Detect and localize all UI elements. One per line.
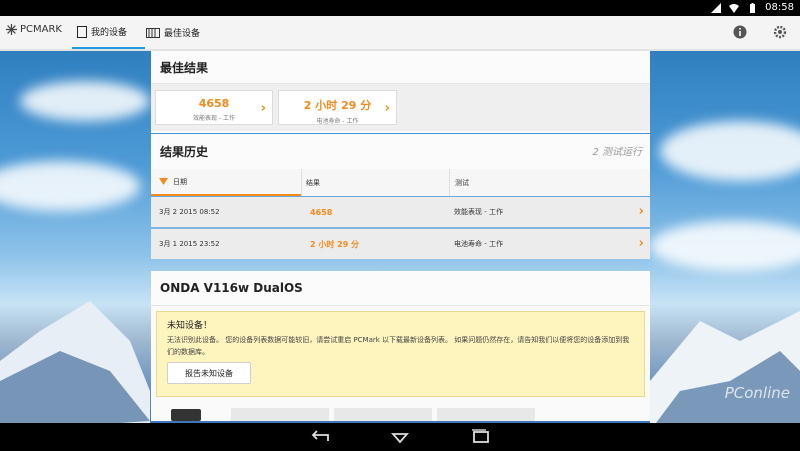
column-label: 结果	[306, 178, 320, 187]
chevron-right-icon: ›	[384, 101, 390, 116]
report-unknown-device-button[interactable]: 报告未知设备	[167, 362, 251, 384]
spec-card	[334, 408, 432, 421]
logo-text: PCMARK	[20, 24, 62, 35]
history-header: 结果历史 2 测试运行	[151, 134, 650, 170]
info-icon[interactable]	[733, 25, 747, 39]
snowflake-icon	[6, 24, 17, 35]
recents-icon[interactable]	[469, 429, 493, 445]
best-results-row: 4658 效能表现 - 工作 › 2 小时 29 分 电池寿命 - 工作 ›	[151, 84, 650, 131]
best-result-value: 4658	[198, 97, 230, 110]
tab-label: 我的设备	[91, 28, 128, 38]
warning-title: 未知设备！	[167, 321, 213, 331]
devices-icon	[146, 27, 160, 38]
app-bar: PCMARK 我的设备 最佳设备	[0, 16, 800, 51]
tablet-icon	[77, 25, 87, 38]
tab-best-devices[interactable]: 最佳设备	[146, 16, 216, 49]
row-result: 4658	[310, 207, 333, 217]
clock: 08:58	[765, 2, 794, 13]
row-date: 3月 1 2015 23:52	[159, 240, 220, 248]
column-label: 日期	[173, 177, 187, 186]
device-panel: ONDA V116w DualOS 未知设备！ 无法识别此设备。 您的设备列表数…	[151, 271, 650, 421]
navigation-bar	[0, 423, 800, 451]
best-result-value: 2 小时 29 分	[303, 99, 372, 112]
chevron-right-icon: ›	[260, 101, 266, 116]
best-result-label: 电池寿命 - 工作	[316, 118, 359, 125]
wifi-icon	[729, 3, 740, 13]
warning-text: 无法识别此设备。 您的设备列表数据可能较旧，请尝试重启 PCMark 以下载最新…	[167, 336, 630, 356]
best-result-label: 效能表现 - 工作	[193, 115, 235, 122]
status-bar: 08:58	[0, 0, 800, 16]
column-date[interactable]: 日期	[151, 169, 301, 196]
runs-count: 2 测试运行	[592, 147, 642, 158]
unknown-device-warning: 未知设备！ 无法识别此设备。 您的设备列表数据可能较旧，请尝试重启 PCMark…	[156, 311, 645, 397]
column-label: 测试	[455, 178, 469, 187]
best-results-title: 最佳结果	[151, 51, 650, 84]
row-result: 2 小时 29 分	[310, 239, 360, 249]
best-result-card[interactable]: 4658 效能表现 - 工作 ›	[155, 90, 273, 125]
best-result-card[interactable]: 2 小时 29 分 电池寿命 - 工作 ›	[278, 90, 397, 125]
chevron-right-icon: ›	[638, 204, 644, 219]
column-result[interactable]: 结果	[301, 169, 449, 196]
back-icon[interactable]	[308, 429, 332, 445]
gear-icon[interactable]	[773, 25, 787, 39]
chevron-right-icon: ›	[638, 236, 644, 251]
history-row[interactable]: 3月 1 2015 23:52 2 小时 29 分 电池寿命 - 工作 ›	[151, 229, 650, 259]
watermark: PConline	[724, 384, 790, 402]
history-row[interactable]: 3月 2 2015 08:52 4658 效能表现 - 工作 ›	[151, 197, 650, 227]
signal-icon	[711, 2, 722, 13]
spec-card	[437, 408, 535, 421]
sort-down-icon	[159, 178, 168, 185]
pcmark-logo: PCMARK	[6, 24, 62, 35]
best-results-panel: 最佳结果 4658 效能表现 - 工作 › 2 小时 29 分 电池寿命 - 工…	[151, 51, 650, 133]
battery-icon	[750, 2, 756, 13]
column-test[interactable]: 测试	[449, 169, 650, 196]
home-icon[interactable]	[388, 429, 412, 445]
row-date: 3月 2 2015 08:52	[159, 208, 220, 216]
row-test: 效能表现 - 工作	[454, 208, 503, 216]
history-title: 结果历史	[160, 145, 209, 159]
device-name: ONDA V116w DualOS	[151, 271, 650, 306]
tab-label: 最佳设备	[164, 29, 201, 39]
spec-card	[231, 408, 329, 421]
row-test: 电池寿命 - 工作	[454, 240, 503, 248]
device-image-icon	[171, 409, 201, 421]
tab-my-device[interactable]: 我的设备	[72, 16, 145, 49]
